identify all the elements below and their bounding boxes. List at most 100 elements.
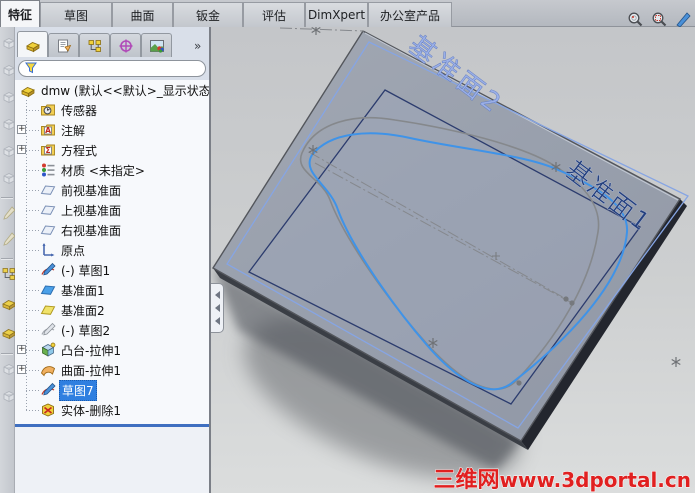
tree-connector	[26, 129, 39, 131]
tree-item-label: 注解	[61, 123, 86, 138]
body-delete-icon	[40, 402, 56, 418]
property-manager-tab[interactable]	[48, 33, 79, 57]
tree-item-14[interactable]: + 曲面-拉伸1	[15, 360, 209, 380]
tree-root-item[interactable]: dmw (默认<<默认>_显示状态	[15, 80, 209, 100]
feature-tree-tab[interactable]	[17, 31, 48, 57]
tree-item-label: (-) 草图2	[61, 323, 111, 338]
tree-item-7[interactable]: 右视基准面	[15, 220, 209, 240]
annotations-icon: A	[40, 122, 56, 138]
tree-item-12[interactable]: (-) 草图2	[15, 320, 209, 340]
panel-lower-pane	[15, 427, 209, 493]
tree-item-16[interactable]: 实体-删除1	[15, 400, 209, 420]
panel-splitter-handle[interactable]	[211, 283, 224, 333]
left-toolbar-pencil-faint-icon[interactable]	[1, 205, 16, 220]
command-tab-5[interactable]: 评估	[243, 2, 305, 27]
tree-item-3[interactable]: + Σ 方程式	[15, 140, 209, 160]
tree-item-label: 原点	[61, 243, 86, 258]
collapse-arrow-icon	[214, 317, 220, 325]
command-tab-6[interactable]: DimXpert	[305, 2, 368, 27]
plane-blue-icon	[40, 282, 56, 298]
feature-tree: dmw (默认<<默认>_显示状态 传感器 + A 注解 + Σ 方程式 材质 <未指定> 前视基…	[15, 80, 209, 424]
feature-manager-panel: » dmw (默认<<默认>_显示状态 传感器 + A 注解 + Σ 方程式 材质 <未指定> 前…	[15, 27, 211, 493]
left-toolbar-divider	[1, 258, 13, 259]
tree-item-label: 凸台-拉伸1	[61, 343, 121, 358]
tree-item-13[interactable]: + 凸台-拉伸1	[15, 340, 209, 360]
left-toolbar-cube-faint-icon[interactable]	[1, 170, 15, 185]
expander-plus-icon[interactable]: +	[17, 125, 26, 134]
tree-item-1[interactable]: 传感器	[15, 100, 209, 120]
tree-item-10[interactable]: 基准面1	[15, 280, 209, 300]
left-toolbar-divider	[1, 353, 13, 354]
expander-plus-icon[interactable]: +	[17, 345, 26, 354]
left-toolbar-cube-faint-icon[interactable]	[1, 116, 15, 131]
filter-funnel-icon	[25, 59, 37, 78]
left-toolbar-cube-faint-icon[interactable]	[1, 89, 15, 104]
tree-item-label: 传感器	[61, 103, 98, 118]
command-tab-3[interactable]: 曲面	[112, 2, 173, 27]
command-tab-4[interactable]: 钣金	[173, 2, 243, 27]
tree-connector	[26, 409, 39, 411]
tree-item-5[interactable]: 前视基准面	[15, 180, 209, 200]
material-icon	[40, 162, 56, 178]
boss-extrude-icon	[40, 342, 56, 358]
sketch-icon	[40, 262, 56, 278]
expander-plus-icon[interactable]: +	[17, 365, 26, 374]
left-toolbar-cube-faint-icon[interactable]	[1, 35, 15, 50]
zoom-area-icon[interactable]	[648, 8, 669, 29]
plane-icon	[40, 222, 56, 238]
tree-item-label: dmw (默认<<默认>_显示状态	[41, 83, 209, 98]
plane-icon	[40, 182, 56, 198]
configuration-manager-tab[interactable]	[79, 33, 110, 57]
surface-extrude-icon	[40, 362, 56, 378]
tree-item-label: 材质 <未指定>	[61, 163, 145, 178]
collapse-arrow-icon	[214, 304, 220, 312]
tree-item-label: 实体-删除1	[61, 403, 121, 418]
plane-icon	[40, 202, 56, 218]
left-toolbar-part-icon[interactable]	[1, 324, 16, 340]
tree-connector	[26, 369, 39, 371]
expander-plus-icon[interactable]: +	[17, 145, 26, 154]
filter-box[interactable]	[18, 60, 206, 77]
sensors-icon	[40, 102, 56, 118]
tree-connector	[26, 209, 39, 211]
tree-connector	[26, 149, 39, 151]
dimxpert-manager-tab[interactable]	[110, 33, 141, 57]
tree-item-15[interactable]: 草图7	[15, 379, 209, 401]
origin-icon	[40, 242, 56, 258]
part-icon	[20, 82, 36, 98]
left-toolbar-cube-faint-icon[interactable]	[1, 361, 15, 376]
tree-item-4[interactable]: 材质 <未指定>	[15, 160, 209, 180]
tree-connector	[26, 389, 39, 391]
tree-connector	[26, 349, 39, 351]
tree-item-label: 右视基准面	[61, 223, 122, 238]
command-tab-1[interactable]: 特征	[0, 0, 40, 27]
command-tab-7[interactable]: 办公室产品	[368, 2, 452, 27]
zoom-fit-icon[interactable]	[624, 8, 645, 29]
left-toolbar-cube-faint-icon[interactable]	[1, 62, 15, 77]
display-manager-tab[interactable]	[141, 33, 172, 57]
tree-item-11[interactable]: 基准面2	[15, 300, 209, 320]
left-toolbar-part-icon[interactable]	[1, 295, 16, 311]
tree-item-8[interactable]: 原点	[15, 240, 209, 260]
tree-item-9[interactable]: (-) 草图1	[15, 260, 209, 280]
left-toolbar-cube-faint-icon[interactable]	[1, 143, 15, 158]
tree-item-label: (-) 草图1	[61, 263, 111, 278]
filter-input[interactable]	[41, 62, 199, 75]
plane-yellow-icon	[40, 302, 56, 318]
sketch-partial-icon[interactable]	[672, 8, 693, 29]
left-toolbar-pencil-faint-icon[interactable]	[1, 231, 16, 246]
tree-connector	[26, 329, 39, 331]
tree-item-6[interactable]: 上视基准面	[15, 200, 209, 220]
tree-connector	[26, 189, 39, 191]
watermark: 三维网www.3dportal.cn	[433, 467, 691, 493]
tree-item-2[interactable]: + A 注解	[15, 120, 209, 140]
tree-connector	[26, 249, 39, 251]
tree-item-label: 上视基准面	[61, 203, 122, 218]
svg-text:Σ: Σ	[45, 146, 50, 155]
manager-tabs-overflow[interactable]: »	[194, 39, 201, 53]
left-toolbar-config-icon[interactable]	[1, 266, 15, 280]
collapse-arrow-icon	[214, 291, 220, 299]
command-tab-2[interactable]: 草图	[40, 2, 112, 27]
left-toolbar-cube-faint-icon[interactable]	[1, 388, 15, 403]
equations-icon: Σ	[40, 142, 56, 158]
